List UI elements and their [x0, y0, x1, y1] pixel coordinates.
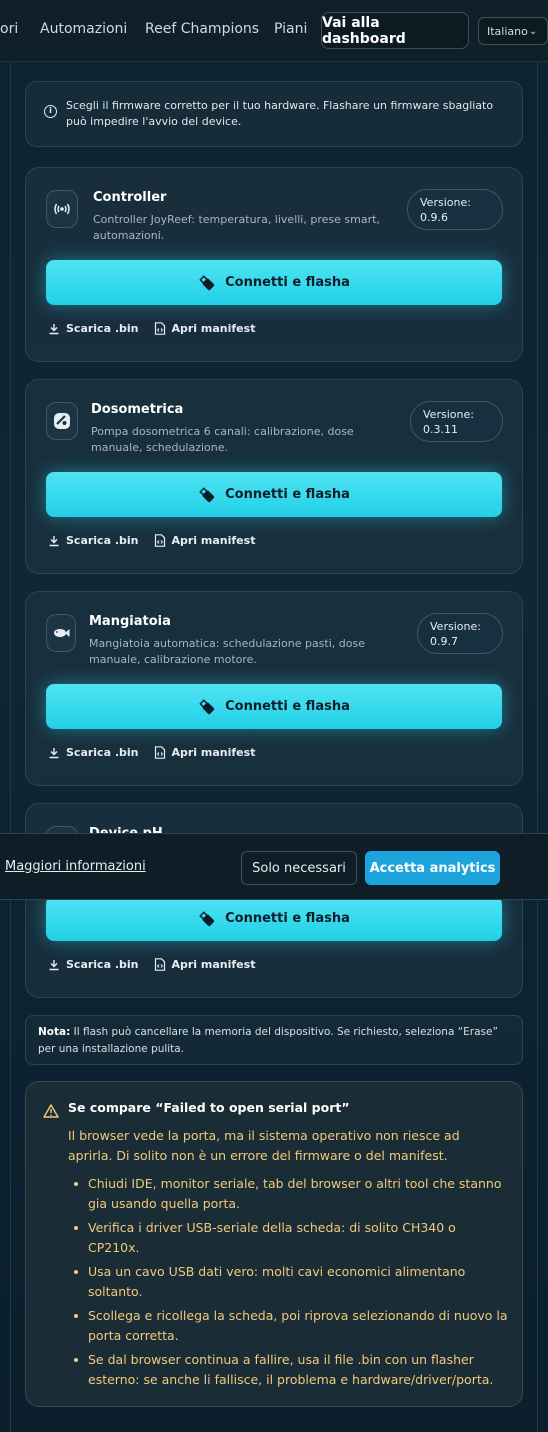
warning-list: Chiudi IDE, monitor seriale, tab del bro… — [68, 1174, 508, 1394]
manifest-label: Apri manifest — [171, 746, 256, 759]
device-description: Mangiatoia automatica: schedulazione pas… — [89, 637, 365, 666]
flash-label: Connetti e flasha — [225, 911, 350, 926]
list-item: Se dal browser continua a fallire, usa i… — [68, 1350, 508, 1390]
info-text: Scegli il firmware corretto per il tuo h… — [66, 99, 494, 128]
device-description: Controller JoyReef: temperatura, livelli… — [93, 213, 380, 242]
top-nav: ori Automazioni Reef Champions Piani Vai… — [0, 0, 548, 62]
download-icon — [49, 535, 59, 546]
flash-note: Nota: Il flash può cancellare la memoria… — [25, 1015, 523, 1065]
firmware-card-controller: Controller Controller JoyReef: temperatu… — [25, 167, 523, 362]
connect-flash-button[interactable]: Connetti e flasha — [46, 472, 502, 517]
accept-analytics-button[interactable]: Accetta analytics — [365, 851, 500, 885]
chevron-down-icon: ⌄ — [528, 25, 538, 37]
list-item: Usa un cavo USB dati vero: molti cavi ec… — [68, 1262, 508, 1302]
usb-icon — [199, 486, 215, 502]
version-badge: Versione: 0.9.7 — [417, 613, 503, 654]
serial-port-warning: Se compare “Failed to open serial port” … — [25, 1081, 523, 1407]
download-icon — [49, 323, 59, 334]
nav-link-automazioni[interactable]: Automazioni — [40, 21, 127, 37]
version-badge: Versione: 0.9.6 — [407, 189, 503, 230]
device-description: Pompa dosometrica 6 canali: calibrazione… — [91, 425, 354, 454]
connect-flash-button[interactable]: Connetti e flasha — [46, 260, 502, 305]
file-code-icon — [154, 958, 165, 971]
card-links: Scarica .bin Apri manifest — [48, 534, 270, 547]
note-label: Nota: — [38, 1026, 71, 1038]
warning-intro: Il browser vede la porta, ma il sistema … — [68, 1128, 460, 1163]
open-manifest-link[interactable]: Apri manifest — [154, 322, 256, 335]
version-label: Versione: — [423, 408, 474, 421]
list-item: Verifica i driver USB-seriale della sche… — [68, 1218, 508, 1258]
pump-icon — [46, 402, 78, 440]
fish-icon — [46, 614, 76, 652]
device-name: Dosometrica — [91, 402, 184, 417]
manifest-label: Apri manifest — [171, 322, 256, 335]
download-bin-link[interactable]: Scarica .bin — [48, 746, 139, 759]
version-value: 0.3.11 — [423, 423, 458, 436]
file-code-icon — [154, 322, 165, 335]
firmware-card-dosometrica: Dosometrica Pompa dosometrica 6 canali: … — [25, 379, 523, 574]
more-info-link[interactable]: Maggiori informazioni — [5, 859, 146, 874]
usb-icon — [199, 274, 215, 290]
nav-link-partial[interactable]: ori — [0, 21, 18, 37]
download-icon — [49, 747, 59, 758]
warning-title: Se compare “Failed to open serial port” — [68, 1100, 350, 1115]
version-badge: Versione: 0.3.11 — [410, 401, 503, 442]
connect-flash-button[interactable]: Connetti e flasha — [46, 684, 502, 729]
nav-link-piani[interactable]: Piani — [274, 21, 307, 37]
cookie-consent-bar: Maggiori informazioni Solo necessari Acc… — [0, 833, 548, 900]
version-label: Versione: — [430, 620, 481, 633]
warning-icon — [43, 1104, 59, 1118]
firmware-card-mangiatoia: Mangiatoia Mangiatoia automatica: schedu… — [25, 591, 523, 786]
file-code-icon — [154, 534, 165, 547]
note-text: Il flash può cancellare la memoria del d… — [38, 1026, 498, 1055]
device-name: Mangiatoia — [89, 614, 171, 629]
manifest-label: Apri manifest — [171, 534, 256, 547]
flash-label: Connetti e flasha — [225, 699, 350, 714]
download-bin-link[interactable]: Scarica .bin — [48, 322, 139, 335]
download-label: Scarica .bin — [66, 746, 139, 759]
download-label: Scarica .bin — [66, 534, 139, 547]
flash-label: Connetti e flasha — [225, 275, 350, 290]
usb-icon — [199, 910, 215, 926]
connect-flash-button[interactable]: Connetti e flasha — [46, 896, 502, 941]
manifest-label: Apri manifest — [171, 958, 256, 971]
radio-signal-icon — [46, 190, 78, 228]
download-bin-link[interactable]: Scarica .bin — [48, 958, 139, 971]
download-label: Scarica .bin — [66, 322, 139, 335]
device-name: Controller — [93, 190, 167, 205]
card-links: Scarica .bin Apri manifest — [48, 958, 270, 971]
file-code-icon — [154, 746, 165, 759]
language-value: Italiano — [487, 24, 528, 38]
necessary-only-button[interactable]: Solo necessari — [241, 851, 357, 885]
download-bin-link[interactable]: Scarica .bin — [48, 534, 139, 547]
dashboard-button[interactable]: Vai alla dashboard — [321, 12, 469, 49]
version-label: Versione: — [420, 196, 471, 209]
info-box: i Scegli il firmware corretto per il tuo… — [25, 81, 523, 147]
open-manifest-link[interactable]: Apri manifest — [154, 746, 256, 759]
usb-icon — [199, 698, 215, 714]
nav-link-reef-champions[interactable]: Reef Champions — [145, 21, 259, 37]
list-item: Chiudi IDE, monitor seriale, tab del bro… — [68, 1174, 508, 1214]
card-links: Scarica .bin Apri manifest — [48, 322, 270, 335]
language-select[interactable]: Italiano ⌄ — [478, 17, 548, 45]
version-value: 0.9.7 — [430, 635, 458, 648]
card-links: Scarica .bin Apri manifest — [48, 746, 270, 759]
download-icon — [49, 959, 59, 970]
download-label: Scarica .bin — [66, 958, 139, 971]
flash-label: Connetti e flasha — [225, 487, 350, 502]
open-manifest-link[interactable]: Apri manifest — [154, 958, 256, 971]
open-manifest-link[interactable]: Apri manifest — [154, 534, 256, 547]
list-item: Scollega e ricollega la scheda, poi ripr… — [68, 1306, 508, 1346]
version-value: 0.9.6 — [420, 211, 448, 224]
info-icon: i — [44, 105, 57, 118]
